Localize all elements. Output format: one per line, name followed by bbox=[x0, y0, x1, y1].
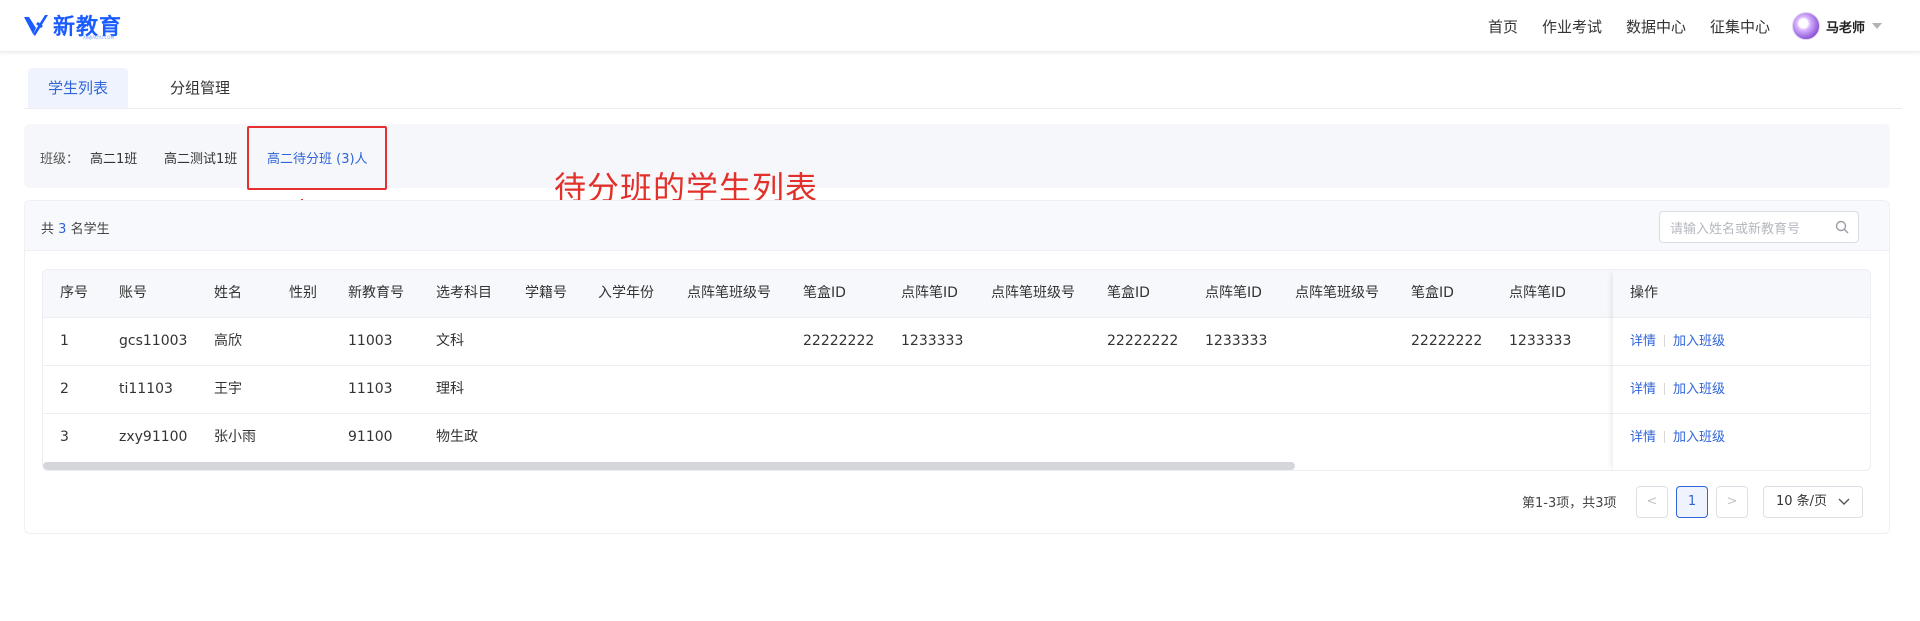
cell-account: ti11103 bbox=[119, 381, 173, 397]
column-header-student-no: 学籍号 bbox=[525, 285, 567, 301]
column-header-pen-box-id: 笔盒ID bbox=[803, 285, 846, 301]
class-filter-label: 班级： bbox=[40, 152, 80, 167]
cell-pen-box-id: 22222222 bbox=[803, 333, 875, 349]
main-nav: 首页 作业考试 数据中心 征集中心 bbox=[1488, 0, 1770, 52]
cell-pen-id: 1233333 bbox=[1509, 333, 1572, 349]
column-header-pen-id: 点阵笔ID bbox=[1205, 285, 1262, 301]
column-header-pen-class-no: 点阵笔班级号 bbox=[991, 285, 1075, 301]
column-header-elective: 选考科目 bbox=[436, 285, 492, 301]
cell-elective: 文科 bbox=[436, 333, 464, 349]
class-option-1[interactable]: 高二1班 bbox=[90, 148, 137, 167]
student-count-suffix: 名学生 bbox=[70, 222, 110, 237]
page-button-1[interactable]: 1 bbox=[1676, 486, 1708, 518]
avatar[interactable] bbox=[1792, 12, 1820, 40]
column-header-pen-box-id: 笔盒ID bbox=[1107, 285, 1150, 301]
cell-index: 1 bbox=[60, 333, 69, 349]
student-count-prefix: 共 bbox=[41, 222, 55, 237]
column-header-pen-box-id: 笔盒ID bbox=[1411, 285, 1454, 301]
cell-xjy-id: 11003 bbox=[348, 333, 393, 349]
page-size-select[interactable]: 10 条/页 bbox=[1763, 486, 1863, 518]
search-input[interactable] bbox=[1670, 218, 1830, 238]
nav-item-data-center[interactable]: 数据中心 bbox=[1626, 16, 1686, 37]
column-header-name: 姓名 bbox=[214, 285, 242, 301]
column-header-pen-id: 点阵笔ID bbox=[1509, 285, 1566, 301]
student-count-number: 3 bbox=[58, 222, 67, 237]
chevron-down-icon bbox=[1838, 498, 1850, 505]
cell-pen-box-id: 22222222 bbox=[1411, 333, 1483, 349]
cell-account: zxy91100 bbox=[119, 429, 188, 445]
logo-mark-icon bbox=[24, 15, 48, 36]
fixed-actions-column bbox=[1613, 270, 1870, 470]
chevron-left-icon: < bbox=[1646, 494, 1658, 509]
nav-item-collection-center[interactable]: 征集中心 bbox=[1710, 16, 1770, 37]
class-option-2[interactable]: 高二测试1班 bbox=[164, 148, 237, 167]
column-header-pen-class-no: 点阵笔班级号 bbox=[687, 285, 771, 301]
table-row: 3 zxy91100 张小雨 91100 物生政 详情 加入班级 bbox=[43, 414, 1870, 462]
cell-name: 张小雨 bbox=[214, 429, 256, 445]
user-menu[interactable]: 马老师 bbox=[1792, 11, 1883, 41]
pagination-range: 第1-3项，共3项 bbox=[1522, 496, 1617, 511]
next-page-button[interactable]: > bbox=[1716, 486, 1748, 518]
column-header-xjy-id: 新教育号 bbox=[348, 285, 404, 301]
search-icon[interactable] bbox=[1835, 220, 1849, 234]
cell-index: 2 bbox=[60, 381, 69, 397]
cell-xjy-id: 11103 bbox=[348, 381, 393, 397]
top-navbar: 新教育 XINJIAOYU.COM 首页 作业考试 数据中心 征集中心 马老师 bbox=[0, 0, 1920, 52]
tab-student-list[interactable]: 学生列表 bbox=[28, 68, 129, 108]
column-header-enroll-year: 入学年份 bbox=[598, 285, 654, 301]
table-row: 2 ti11103 王宇 11103 理科 详情 加入班级 bbox=[43, 366, 1870, 414]
cell-elective: 物生政 bbox=[436, 429, 478, 445]
caret-down-icon[interactable] bbox=[1872, 23, 1883, 29]
table-header: 序号 账号 姓名 性别 新教育号 选考科目 学籍号 入学年份 点阵笔班级号 笔盒… bbox=[43, 270, 1870, 318]
cell-index: 3 bbox=[60, 429, 69, 445]
table-row: 1 gcs11003 高欣 11003 文科 22222222 1233333 … bbox=[43, 318, 1870, 366]
prev-page-button[interactable]: < bbox=[1636, 486, 1668, 518]
tab-group-management[interactable]: 分组管理 bbox=[150, 68, 250, 108]
annotation-highlight-box bbox=[247, 126, 387, 190]
cell-pen-box-id: 22222222 bbox=[1107, 333, 1179, 349]
cell-name: 王宇 bbox=[214, 381, 242, 397]
column-header-pen-class-no: 点阵笔班级号 bbox=[1295, 285, 1379, 301]
student-table: 序号 账号 姓名 性别 新教育号 选考科目 学籍号 入学年份 点阵笔班级号 笔盒… bbox=[42, 269, 1871, 471]
column-header-gender: 性别 bbox=[289, 285, 317, 301]
cell-name: 高欣 bbox=[214, 333, 242, 349]
page-size-value: 10 条/页 bbox=[1776, 494, 1828, 509]
page-tabs: 学生列表 分组管理 bbox=[24, 68, 1902, 109]
horizontal-scrollbar[interactable] bbox=[43, 462, 1295, 470]
nav-item-home[interactable]: 首页 bbox=[1488, 16, 1518, 37]
user-name[interactable]: 马老师 bbox=[1826, 17, 1865, 36]
column-header-pen-id: 点阵笔ID bbox=[901, 285, 958, 301]
cell-pen-id: 1233333 bbox=[1205, 333, 1268, 349]
column-header-account: 账号 bbox=[119, 285, 147, 301]
student-count: 共 3 名学生 bbox=[41, 218, 110, 237]
brand-tagline: XINJIAOYU.COM bbox=[83, 35, 114, 40]
cell-account: gcs11003 bbox=[119, 333, 188, 349]
nav-item-homework-exam[interactable]: 作业考试 bbox=[1542, 16, 1602, 37]
student-list-card: 共 3 名学生 序号 账号 姓名 性别 新教育号 选考科目 学籍号 入学年份 点… bbox=[24, 200, 1890, 534]
brand-logo[interactable]: 新教育 XINJIAOYU.COM bbox=[23, 10, 122, 40]
column-header-index: 序号 bbox=[60, 285, 88, 301]
list-header: 共 3 名学生 bbox=[25, 201, 1889, 251]
search-box[interactable] bbox=[1659, 211, 1859, 243]
cell-xjy-id: 91100 bbox=[348, 429, 393, 445]
cell-elective: 理科 bbox=[436, 381, 464, 397]
cell-pen-id: 1233333 bbox=[901, 333, 964, 349]
chevron-right-icon: > bbox=[1726, 494, 1738, 509]
